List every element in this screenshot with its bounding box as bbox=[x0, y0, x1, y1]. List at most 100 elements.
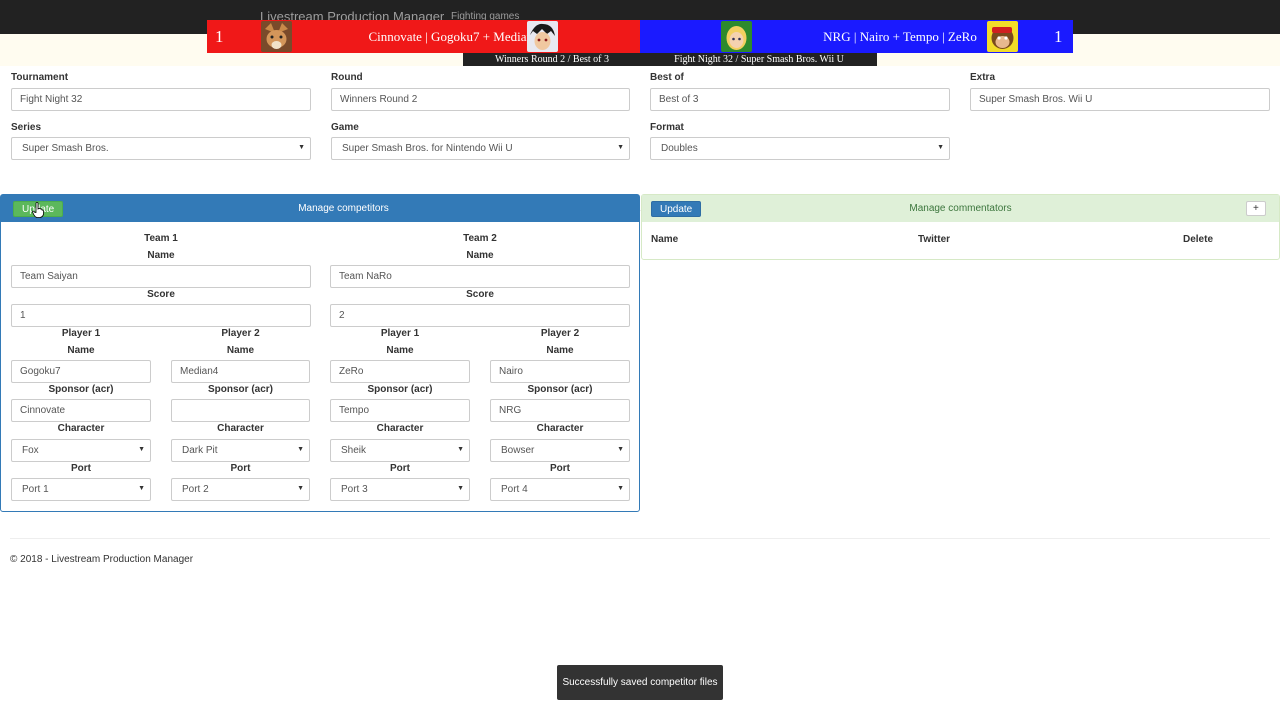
hand-cursor-icon bbox=[32, 202, 44, 218]
scoreboard-right: NRG | Nairo + Tempo | ZeRo 1 bbox=[640, 20, 1073, 53]
t2p1-port-label: Port bbox=[390, 463, 410, 474]
t2p1-port-select[interactable]: Port 3 ▼ bbox=[330, 478, 470, 501]
t1p2-name-input[interactable]: Median4 bbox=[171, 360, 310, 383]
toast-notification: Successfully saved competitor files bbox=[557, 665, 723, 700]
scoreboard-sub-left: Winners Round 2 / Best of 3 bbox=[463, 53, 641, 66]
t1p1-port-value: Port 1 bbox=[22, 484, 49, 495]
t2p2-name-input[interactable]: Nairo bbox=[490, 360, 630, 383]
fox-portrait-icon bbox=[261, 21, 292, 52]
t1p1-sponsor-label: Sponsor (acr) bbox=[48, 384, 114, 395]
format-select-value: Doubles bbox=[661, 143, 698, 154]
t2p1-character-value: Sheik bbox=[341, 445, 367, 456]
team1-name-input[interactable]: Team Saiyan bbox=[11, 265, 311, 288]
extra-label: Extra bbox=[970, 72, 996, 83]
team2-heading: Team 2 bbox=[463, 233, 497, 244]
format-select[interactable]: Doubles ▼ bbox=[650, 137, 950, 160]
commentators-panel: Manage commentators Update + Name Twitte… bbox=[641, 194, 1280, 260]
footer-divider bbox=[10, 538, 1270, 539]
t1p1-port-select[interactable]: Port 1 ▼ bbox=[11, 478, 151, 501]
commentators-column-delete: Delete bbox=[1183, 234, 1214, 245]
t1p2-sponsor-label: Sponsor (acr) bbox=[207, 384, 273, 395]
competitors-panel-header: Manage competitors Update bbox=[1, 195, 639, 222]
scoreboard-overlay: 1 Cinnovate | Gogoku7 + Median4 NRG | Na… bbox=[207, 20, 1073, 53]
t1p2-character-value: Dark Pit bbox=[182, 445, 218, 456]
game-select-value: Super Smash Bros. for Nintendo Wii U bbox=[342, 143, 513, 154]
round-label: Round bbox=[331, 72, 363, 83]
series-label: Series bbox=[11, 122, 42, 133]
team1-score-label: Score bbox=[147, 289, 175, 300]
team2-score-label: Score bbox=[466, 289, 494, 300]
t1p1-character-select[interactable]: Fox ▼ bbox=[11, 439, 151, 462]
t2p2-sponsor-input[interactable]: NRG bbox=[490, 399, 630, 422]
round-input[interactable]: Winners Round 2 bbox=[331, 88, 630, 111]
t2p2-heading: Player 2 bbox=[540, 328, 580, 339]
t1p1-name-label: Name bbox=[67, 345, 95, 356]
t1p2-port-value: Port 2 bbox=[182, 484, 209, 495]
chevron-down-icon: ▼ bbox=[457, 446, 464, 453]
t1p1-character-label: Character bbox=[57, 423, 105, 434]
t1p1-name-input[interactable]: Gogoku7 bbox=[11, 360, 151, 383]
update-commentators-button[interactable]: Update bbox=[651, 201, 702, 217]
chevron-down-icon: ▼ bbox=[297, 485, 304, 492]
chevron-down-icon: ▼ bbox=[138, 485, 145, 492]
dark-pit-portrait-icon bbox=[527, 21, 558, 52]
bestof-input[interactable]: Best of 3 bbox=[650, 88, 950, 111]
t1p2-port-select[interactable]: Port 2 ▼ bbox=[171, 478, 310, 501]
sheik-portrait-icon bbox=[721, 21, 752, 52]
chevron-down-icon: ▼ bbox=[457, 485, 464, 492]
commentators-column-twitter: Twitter bbox=[918, 234, 951, 245]
t2p1-name-input[interactable]: ZeRo bbox=[330, 360, 470, 383]
tournament-input[interactable]: Fight Night 32 bbox=[11, 88, 311, 111]
t2p1-character-label: Character bbox=[376, 423, 424, 434]
team2-name-label: Name bbox=[466, 250, 494, 261]
t2p1-name-label: Name bbox=[386, 345, 414, 356]
t1p1-port-label: Port bbox=[71, 463, 91, 474]
team1-score-input[interactable]: 1 bbox=[11, 304, 311, 327]
scoreboard-left: 1 Cinnovate | Gogoku7 + Median4 bbox=[207, 20, 640, 53]
commentators-column-name: Name bbox=[651, 234, 679, 245]
chevron-down-icon: ▼ bbox=[617, 446, 624, 453]
t2p1-heading: Player 1 bbox=[380, 328, 420, 339]
t2p1-character-select[interactable]: Sheik ▼ bbox=[330, 439, 470, 462]
t2p2-sponsor-label: Sponsor (acr) bbox=[527, 384, 593, 395]
bowser-portrait-icon bbox=[987, 21, 1018, 52]
chevron-down-icon: ▼ bbox=[297, 446, 304, 453]
format-label: Format bbox=[650, 122, 684, 133]
t1p2-heading: Player 2 bbox=[221, 328, 260, 339]
bestof-label: Best of bbox=[650, 72, 684, 83]
commentators-panel-header: Manage commentators Update + bbox=[642, 195, 1279, 222]
add-commentator-button[interactable]: + bbox=[1246, 201, 1266, 216]
t1p2-name-label: Name bbox=[226, 345, 255, 356]
team2-score-input[interactable]: 2 bbox=[330, 304, 630, 327]
chevron-down-icon: ▼ bbox=[617, 485, 624, 492]
t1p2-character-label: Character bbox=[217, 423, 264, 434]
t2p1-sponsor-label: Sponsor (acr) bbox=[367, 384, 433, 395]
t2p2-port-select[interactable]: Port 4 ▼ bbox=[490, 478, 630, 501]
t1p2-character-select[interactable]: Dark Pit ▼ bbox=[171, 439, 310, 462]
chevron-down-icon: ▼ bbox=[138, 446, 145, 453]
t2p2-name-label: Name bbox=[546, 345, 574, 356]
scoreboard-left-score: 1 bbox=[215, 27, 224, 46]
series-select-value: Super Smash Bros. bbox=[22, 143, 109, 154]
game-select[interactable]: Super Smash Bros. for Nintendo Wii U ▼ bbox=[331, 137, 630, 160]
t1p1-character-value: Fox bbox=[22, 445, 39, 456]
t1p1-sponsor-input[interactable]: Cinnovate bbox=[11, 399, 151, 422]
scoreboard-left-label: Cinnovate | Gogoku7 + Median4 bbox=[368, 29, 540, 44]
t2p2-character-select[interactable]: Bowser ▼ bbox=[490, 439, 630, 462]
t1p2-sponsor-input[interactable] bbox=[171, 399, 310, 422]
tournament-label: Tournament bbox=[11, 72, 69, 83]
scoreboard-right-score: 1 bbox=[1054, 27, 1063, 46]
team1-name-label: Name bbox=[147, 250, 175, 261]
team1-heading: Team 1 bbox=[144, 233, 178, 244]
commentators-panel-title: Manage commentators bbox=[909, 203, 1012, 214]
game-label: Game bbox=[331, 122, 359, 133]
t1p2-port-label: Port bbox=[230, 463, 251, 474]
series-select[interactable]: Super Smash Bros. ▼ bbox=[11, 137, 311, 160]
t2p1-sponsor-input[interactable]: Tempo bbox=[330, 399, 470, 422]
t1p1-heading: Player 1 bbox=[61, 328, 101, 339]
footer-text: © 2018 - Livestream Production Manager bbox=[10, 554, 194, 565]
extra-input[interactable]: Super Smash Bros. Wii U bbox=[970, 88, 1270, 111]
chevron-down-icon: ▼ bbox=[298, 144, 305, 151]
competitors-panel-title: Manage competitors bbox=[298, 203, 389, 214]
team2-name-input[interactable]: Team NaRo bbox=[330, 265, 630, 288]
